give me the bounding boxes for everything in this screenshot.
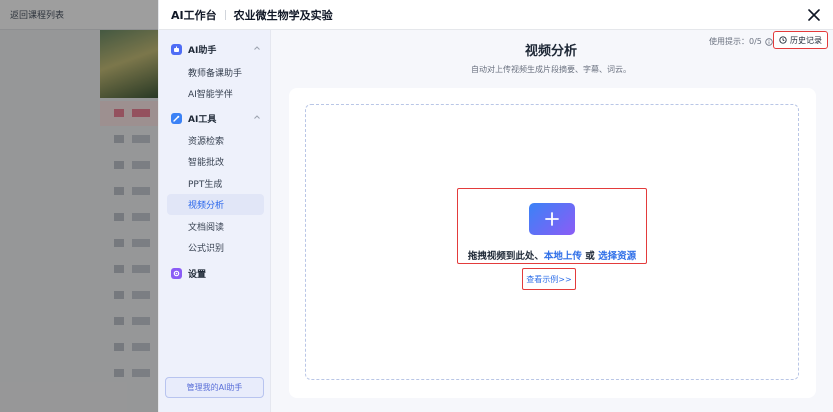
modal-title: AI工作台 xyxy=(171,8,217,22)
sidebar-group-label: AI工具 xyxy=(188,114,217,125)
view-example-link[interactable]: 查看示例>> xyxy=(526,274,571,285)
course-name: 农业微生物学及实验 xyxy=(233,8,333,22)
usage-hint: 使用提示：0/5 xyxy=(709,36,773,47)
tool-icon xyxy=(171,112,182,124)
plus-icon xyxy=(545,212,559,226)
example-highlight-box: 查看示例>> xyxy=(522,268,576,290)
local-upload-link[interactable]: 本地上传 xyxy=(544,251,582,262)
history-button-label: 历史记录 xyxy=(790,35,822,45)
sidebar-group-ai-assistant[interactable]: AI助手 xyxy=(171,39,263,59)
page-subtitle: 自动对上传视频生成片段摘要、字幕、词云。 xyxy=(471,65,631,74)
sidebar-item-resource-search[interactable]: 资源检索 xyxy=(167,130,264,151)
sidebar-item-teacher-prep[interactable]: 教师备课助手 xyxy=(167,62,264,83)
close-icon xyxy=(808,9,820,21)
sidebar-item-document-reading[interactable]: 文档阅读 xyxy=(167,216,264,237)
choose-resource-link[interactable]: 选择资源 xyxy=(598,251,636,262)
sidebar-item-settings[interactable]: 设置 xyxy=(171,263,263,283)
manage-my-ai-assistant-button[interactable]: 管理我的AI助手 xyxy=(165,377,264,398)
sidebar-group-label: 设置 xyxy=(188,269,207,280)
settings-icon xyxy=(171,267,182,279)
upload-add-button[interactable] xyxy=(529,203,575,235)
history-button[interactable]: 历史记录 xyxy=(773,31,828,49)
sidebar-group-ai-tools[interactable]: AI工具 xyxy=(171,108,263,128)
sidebar-item-video-analysis[interactable]: 视频分析 xyxy=(167,194,264,215)
sidebar-item-ppt-generation[interactable]: PPT生成 xyxy=(167,173,264,194)
sidebar-item-ai-companion[interactable]: AI智能学伴 xyxy=(167,83,264,104)
robot-icon xyxy=(171,43,182,55)
chevron-up-icon xyxy=(254,115,260,119)
sidebar-item-formula-recognition[interactable]: 公式识别 xyxy=(167,237,264,258)
page-title: 视频分析 xyxy=(524,44,577,59)
sidebar-item-smart-grading[interactable]: 智能批改 xyxy=(167,151,264,172)
upload-drag-text: 拖拽视频到此处、 xyxy=(467,251,544,262)
usage-hint-label: 使用提示：0/5 xyxy=(709,37,762,46)
ai-sidebar: AI助手 教师备课助手 AI智能学伴 AI工具 资源检索 智能批改 PPT生成 … xyxy=(159,30,271,412)
modal-header: AI工作台 农业微生物学及实验 xyxy=(159,0,833,30)
history-clock-icon xyxy=(779,36,787,44)
ai-workbench-modal: AI工作台 农业微生物学及实验 AI助手 教师备课助手 AI智能学伴 AI工具 xyxy=(158,0,833,412)
upload-or-text: 或 xyxy=(581,251,599,262)
chevron-up-icon xyxy=(254,46,260,50)
close-button[interactable] xyxy=(804,5,824,25)
upload-instructions: 拖拽视频到此处、本地上传 或 选择资源 xyxy=(462,248,642,262)
header-divider xyxy=(224,9,226,20)
sidebar-group-label: AI助手 xyxy=(188,45,217,56)
info-icon[interactable] xyxy=(765,37,773,46)
